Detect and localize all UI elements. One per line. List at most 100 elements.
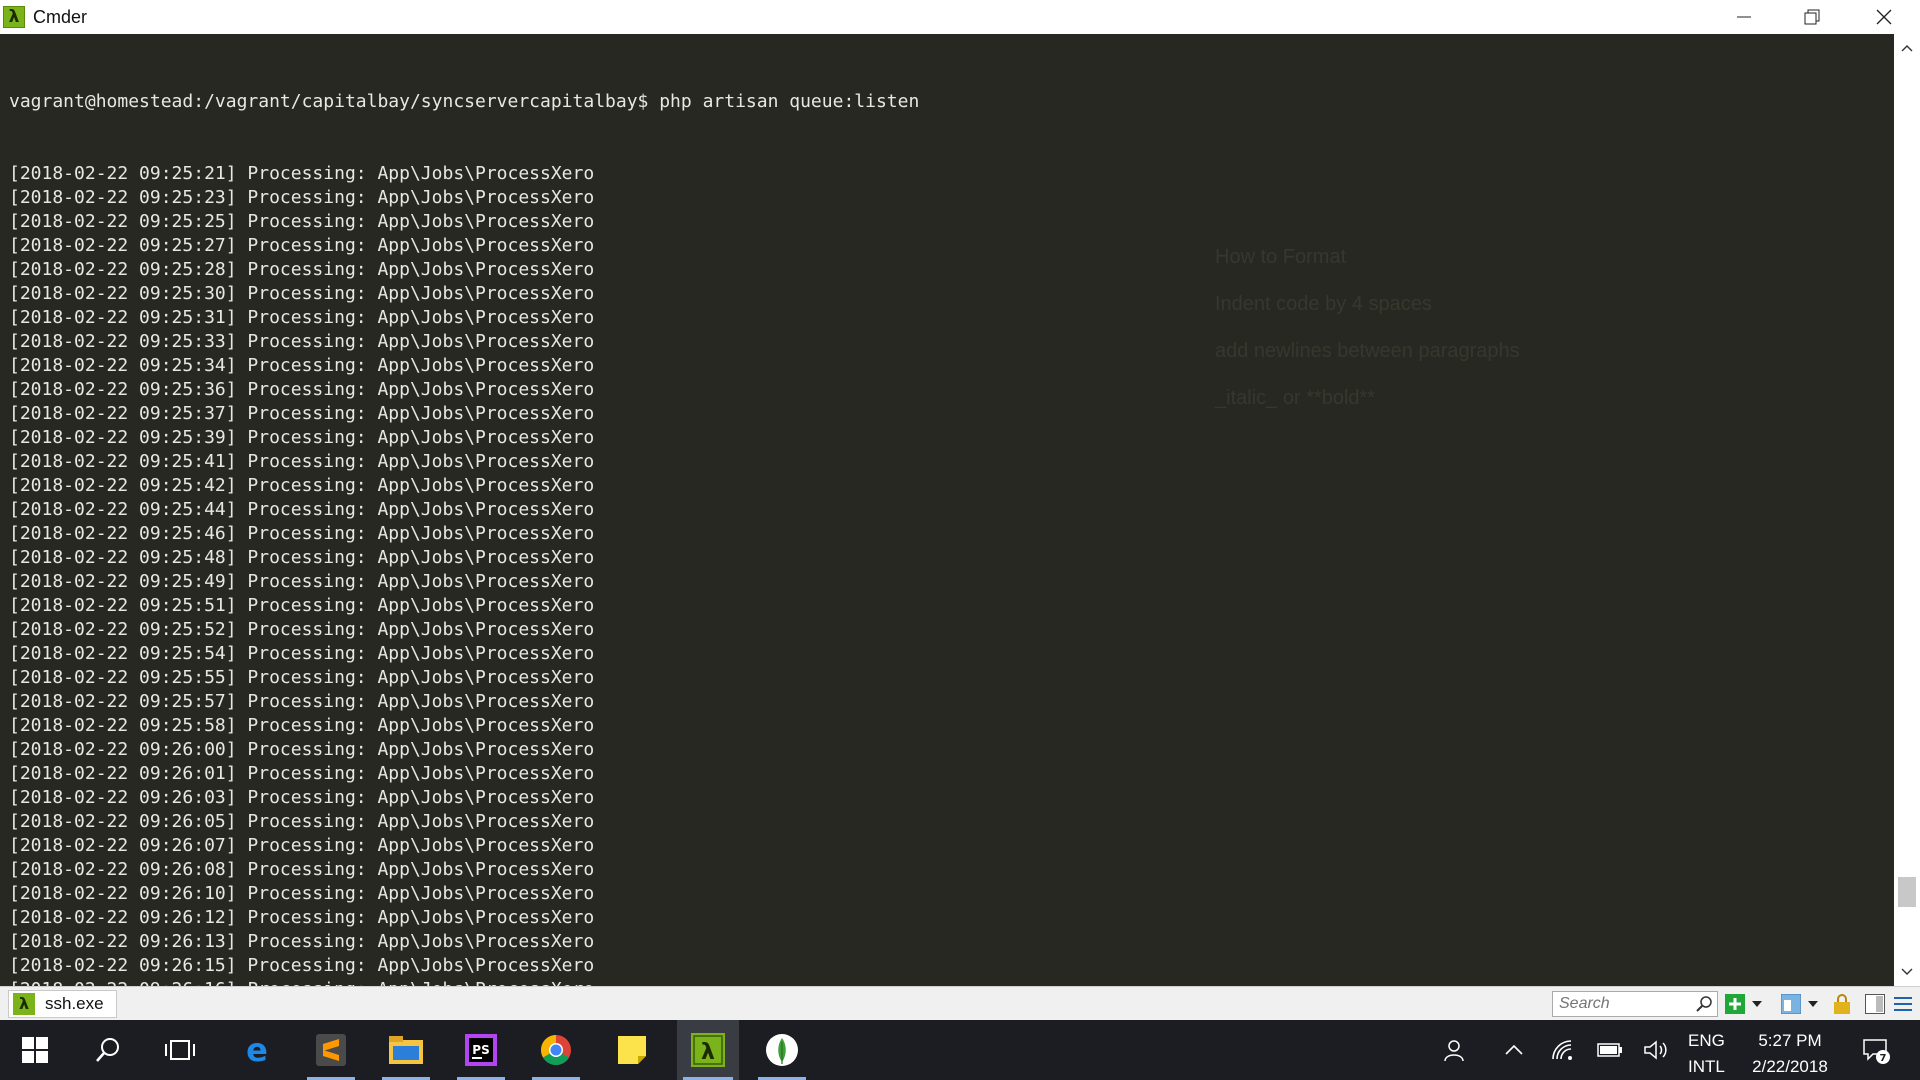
taskbar-edge[interactable]: e [227, 1020, 287, 1080]
new-console-dropdown[interactable] [1750, 992, 1764, 1016]
task-view-icon [165, 1040, 195, 1060]
windows-taskbar: e PS λ ENG INTL 5:27 PM 2/22/2018 7 [0, 1020, 1920, 1080]
taskbar-chrome[interactable] [526, 1020, 586, 1080]
log-line: [2018-02-22 09:25:30] Processing: App\Jo… [9, 283, 595, 304]
action-center-button[interactable]: 7 [1856, 1020, 1896, 1080]
taskbar-file-explorer[interactable] [376, 1020, 436, 1080]
minimize-button[interactable] [1710, 0, 1778, 34]
split-view-button[interactable] [1780, 992, 1802, 1016]
hamburger-menu-icon [1894, 997, 1912, 1011]
dropdown-arrow-icon [1752, 1001, 1762, 1007]
search-icon [96, 1038, 119, 1062]
log-line: [2018-02-22 09:26:12] Processing: App\Jo… [9, 907, 595, 928]
restore-icon [1804, 9, 1820, 25]
console-tab-label: ssh.exe [45, 993, 104, 1013]
log-line: [2018-02-22 09:25:39] Processing: App\Jo… [9, 427, 595, 448]
terminal-output[interactable]: How to Format Indent code by 4 spaces ad… [0, 34, 1920, 986]
log-line: [2018-02-22 09:25:28] Processing: App\Jo… [9, 259, 595, 280]
window-layout-icon [1781, 994, 1801, 1014]
cmder-icon: λ [691, 1033, 725, 1067]
notification-count: 7 [1880, 1053, 1887, 1064]
lock-icon [1834, 994, 1850, 1014]
language-code: ENG [1688, 1031, 1725, 1050]
minimize-icon [1737, 16, 1751, 18]
mongodb-icon [766, 1034, 798, 1066]
log-line: [2018-02-22 09:26:05] Processing: App\Jo… [9, 811, 595, 832]
svg-text:e: e [246, 1034, 268, 1066]
scroll-down-arrow-icon[interactable] [1894, 962, 1920, 982]
scroll-up-arrow-icon[interactable] [1894, 38, 1920, 58]
taskbar-search-button[interactable] [78, 1020, 138, 1080]
file-explorer-icon [389, 1036, 423, 1064]
log-line: [2018-02-22 09:25:51] Processing: App\Jo… [9, 595, 595, 616]
lock-button[interactable] [1832, 992, 1852, 1016]
taskbar-cmder[interactable]: λ [677, 1020, 739, 1080]
cmder-logo-icon: λ [3, 6, 25, 28]
chrome-icon [540, 1035, 571, 1066]
menu-button[interactable] [1893, 992, 1913, 1016]
show-hidden-icons-button[interactable] [1500, 1020, 1528, 1080]
window-title: Cmder [33, 6, 88, 27]
log-line: [2018-02-22 09:25:42] Processing: App\Jo… [9, 475, 595, 496]
log-line: [2018-02-22 09:25:49] Processing: App\Jo… [9, 571, 595, 592]
log-line: [2018-02-22 09:25:57] Processing: App\Jo… [9, 691, 595, 712]
search-input[interactable] [1559, 995, 1689, 1013]
input-language[interactable]: ENG INTL [1688, 1028, 1725, 1080]
clock-date: 2/22/2018 [1752, 1057, 1828, 1076]
clock-time: 5:27 PM [1758, 1031, 1822, 1050]
taskbar-phpstorm[interactable]: PS [451, 1020, 511, 1080]
scrollbar-thumb[interactable] [1898, 877, 1916, 907]
taskbar-sublime[interactable] [301, 1020, 361, 1080]
network-button[interactable] [1549, 1020, 1577, 1080]
svg-text:λ: λ [701, 1040, 715, 1065]
taskbar-sticky-notes[interactable] [602, 1020, 662, 1080]
log-line: [2018-02-22 09:26:03] Processing: App\Jo… [9, 787, 595, 808]
command-prompt-line: vagrant@homestead:/vagrant/capitalbay/sy… [9, 91, 920, 112]
people-button[interactable] [1438, 1020, 1470, 1080]
system-clock[interactable]: 5:27 PM 2/22/2018 [1742, 1028, 1838, 1080]
log-line: [2018-02-22 09:25:23] Processing: App\Jo… [9, 187, 595, 208]
sublime-text-icon [316, 1034, 346, 1066]
notification-icon: 7 [1863, 1039, 1890, 1064]
task-view-button[interactable] [150, 1020, 210, 1080]
log-line: [2018-02-22 09:26:15] Processing: App\Jo… [9, 955, 595, 976]
ghost-line: Indent code by 4 spaces [1215, 293, 1432, 315]
keyboard-layout: INTL [1688, 1057, 1725, 1076]
split-view-dropdown[interactable] [1806, 992, 1820, 1016]
log-line: [2018-02-22 09:26:07] Processing: App\Jo… [9, 835, 595, 856]
new-console-button[interactable] [1725, 992, 1745, 1016]
volume-button[interactable] [1642, 1020, 1670, 1080]
log-line: [2018-02-22 09:25:27] Processing: App\Jo… [9, 235, 595, 256]
panel-toggle-button[interactable] [1864, 992, 1886, 1016]
start-button[interactable] [5, 1020, 65, 1080]
log-line: [2018-02-22 09:26:08] Processing: App\Jo… [9, 859, 595, 880]
vertical-scrollbar[interactable] [1894, 34, 1920, 986]
battery-button[interactable] [1596, 1020, 1624, 1080]
log-line: [2018-02-22 09:25:48] Processing: App\Jo… [9, 547, 595, 568]
windows-start-icon [22, 1037, 48, 1063]
log-line: [2018-02-22 09:25:31] Processing: App\Jo… [9, 307, 595, 328]
log-line: [2018-02-22 09:25:58] Processing: App\Jo… [9, 715, 595, 736]
close-icon [1876, 9, 1892, 25]
log-line: [2018-02-22 09:25:55] Processing: App\Jo… [9, 667, 595, 688]
log-line: [2018-02-22 09:25:33] Processing: App\Jo… [9, 331, 595, 352]
title-bar: λ Cmder [0, 0, 1920, 34]
background-ghost-text: How to Format Indent code by 4 spaces ad… [1215, 234, 1520, 422]
panel-icon [1865, 994, 1885, 1014]
log-line: [2018-02-22 09:25:41] Processing: App\Jo… [9, 451, 595, 472]
log-line: [2018-02-22 09:25:46] Processing: App\Jo… [9, 523, 595, 544]
search-icon [1696, 996, 1712, 1012]
restore-button[interactable] [1778, 0, 1846, 34]
status-bar: λ ssh.exe [0, 986, 1920, 1020]
console-tab[interactable]: λ ssh.exe [8, 989, 117, 1018]
people-icon [1444, 1040, 1464, 1062]
taskbar-mongodb[interactable] [752, 1020, 812, 1080]
log-line: [2018-02-22 09:26:16] Processing: App\Jo… [9, 978, 919, 986]
search-box[interactable] [1552, 991, 1718, 1017]
log-line: [2018-02-22 09:26:00] Processing: App\Jo… [9, 739, 595, 760]
log-line: [2018-02-22 09:25:36] Processing: App\Jo… [9, 379, 595, 400]
phpstorm-icon: PS [465, 1034, 497, 1066]
close-button[interactable] [1850, 0, 1918, 34]
plus-icon [1725, 994, 1745, 1014]
log-line: [2018-02-22 09:25:34] Processing: App\Jo… [9, 355, 595, 376]
